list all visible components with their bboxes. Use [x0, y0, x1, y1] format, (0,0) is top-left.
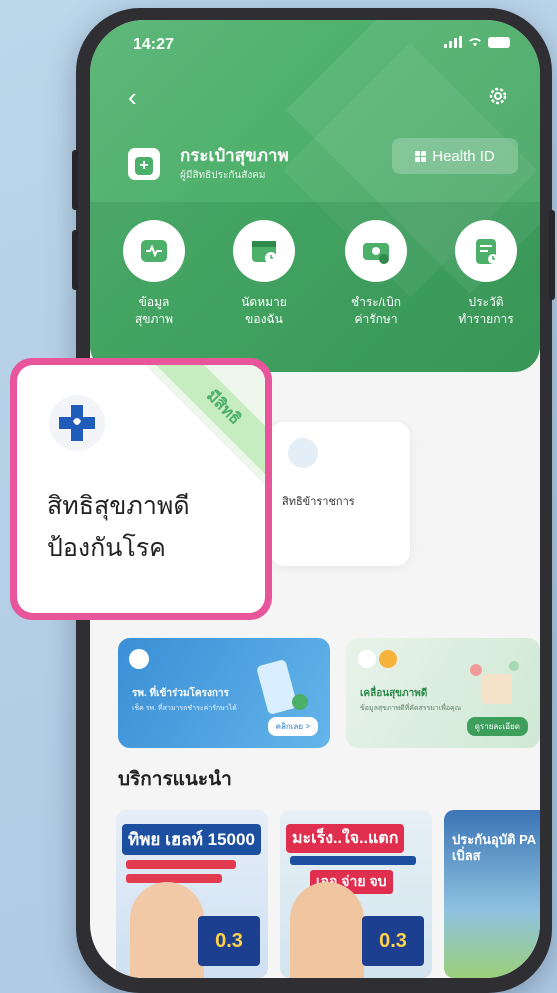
wifi-icon — [469, 38, 481, 47]
hospital-banner-desc: เช็ค รพ. ที่สามารถชำระค่ารักษาได้ — [132, 705, 237, 712]
menu-item-health-info[interactable]: ข้อมูล สุขภาพ — [108, 220, 200, 328]
qr-icon — [415, 150, 427, 162]
gear-icon[interactable] — [486, 84, 510, 108]
rights-card-label: สิทธิข้าราชการ — [282, 496, 355, 508]
signal-icon — [444, 36, 462, 48]
side-button — [72, 230, 78, 290]
menu-item-history[interactable]: ประวัติ ทำรายการ — [440, 220, 532, 328]
hospital-banner-title: รพ. ที่เข้าร่วมโครงการ — [132, 688, 229, 699]
wellness-banner-title: เคลื่อนสุขภาพดี — [360, 688, 428, 699]
header-panel: 14:27 ‹ + กระเป๋าสุขภาพ ผู้มีสิทธิประกัน… — [90, 20, 540, 372]
wallet-icon: + — [128, 148, 160, 180]
rights-card-civil-servant[interactable]: สิทธิข้าราชการ — [270, 422, 410, 566]
side-button — [72, 150, 78, 210]
partner-logos-icon — [358, 650, 397, 668]
page-title: กระเป๋าสุขภาพ — [180, 146, 289, 165]
wellness-banner-desc: ข้อมูลสุขภาพดีที่คัดสรรมาเพื่อคุณ — [360, 705, 462, 712]
wellness-banner[interactable]: เคลื่อนสุขภาพดี ข้อมูลสุขภาพดีที่คัดสรรม… — [346, 638, 540, 748]
payment-icon — [363, 243, 389, 264]
person-illustration — [290, 882, 364, 978]
health-id-button[interactable]: Health ID — [392, 138, 518, 174]
promo-card-health[interactable]: ทิพย เฮลท์ 15000 0.3 — [116, 810, 268, 978]
medical-cross-icon — [49, 395, 105, 451]
back-button[interactable]: ‹ — [128, 84, 137, 110]
promo-headline: ประกันอุบัติ PA เบิ่ลส — [452, 832, 536, 863]
status-icons — [444, 36, 510, 48]
promo-line — [290, 856, 416, 865]
hospital-banner[interactable]: รพ. ที่เข้าร่วมโครงการ เช็ค รพ. ที่สามาร… — [118, 638, 330, 748]
menu-item-appointments[interactable]: นัดหมาย ของฉัน — [218, 220, 310, 328]
promo-headline: มะเร็ง..ใจ..แตก — [286, 824, 405, 853]
promo-line — [126, 874, 222, 883]
page-subtitle: ผู้มีสิทธิประกันสังคม — [180, 170, 266, 181]
status-time: 14:27 — [133, 36, 174, 53]
history-icon — [476, 239, 498, 264]
promo-card-cancer[interactable]: มะเร็ง..ใจ..แตก เจอ จ่าย จบ 0.3 — [280, 810, 432, 978]
side-button — [549, 210, 555, 300]
promo-price: 0.3 — [362, 916, 424, 966]
calendar-icon — [252, 241, 277, 264]
hospital-logo-icon — [129, 649, 149, 669]
health-id-label: Health ID — [432, 147, 495, 165]
promo-card-accident[interactable]: ประกันอุบัติ PA เบิ่ลส — [444, 810, 540, 978]
promo-line — [126, 860, 236, 869]
menu-item-payment[interactable]: ชำระ/เบิก ค่ารักษา — [330, 220, 422, 328]
rights-highlight-popup[interactable]: มีสิทธิ สิทธิสุขภาพดี ป้องกันโรค — [10, 358, 272, 620]
promo-price: 0.3 — [198, 916, 260, 966]
health-info-icon — [141, 240, 167, 262]
hospital-banner-button[interactable]: คลิกเลย > — [267, 717, 318, 736]
promo-headline: ทิพย เฮลท์ 15000 — [122, 824, 261, 855]
popup-title: สิทธิสุขภาพดี ป้องกันโรค — [47, 492, 190, 562]
wellness-banner-button[interactable]: ดูรายละเอียด — [466, 717, 528, 736]
person-illustration — [130, 882, 204, 978]
recommended-services-title: บริการแนะนำ — [118, 769, 232, 790]
battery-icon — [488, 36, 510, 48]
emblem-icon — [288, 438, 318, 468]
